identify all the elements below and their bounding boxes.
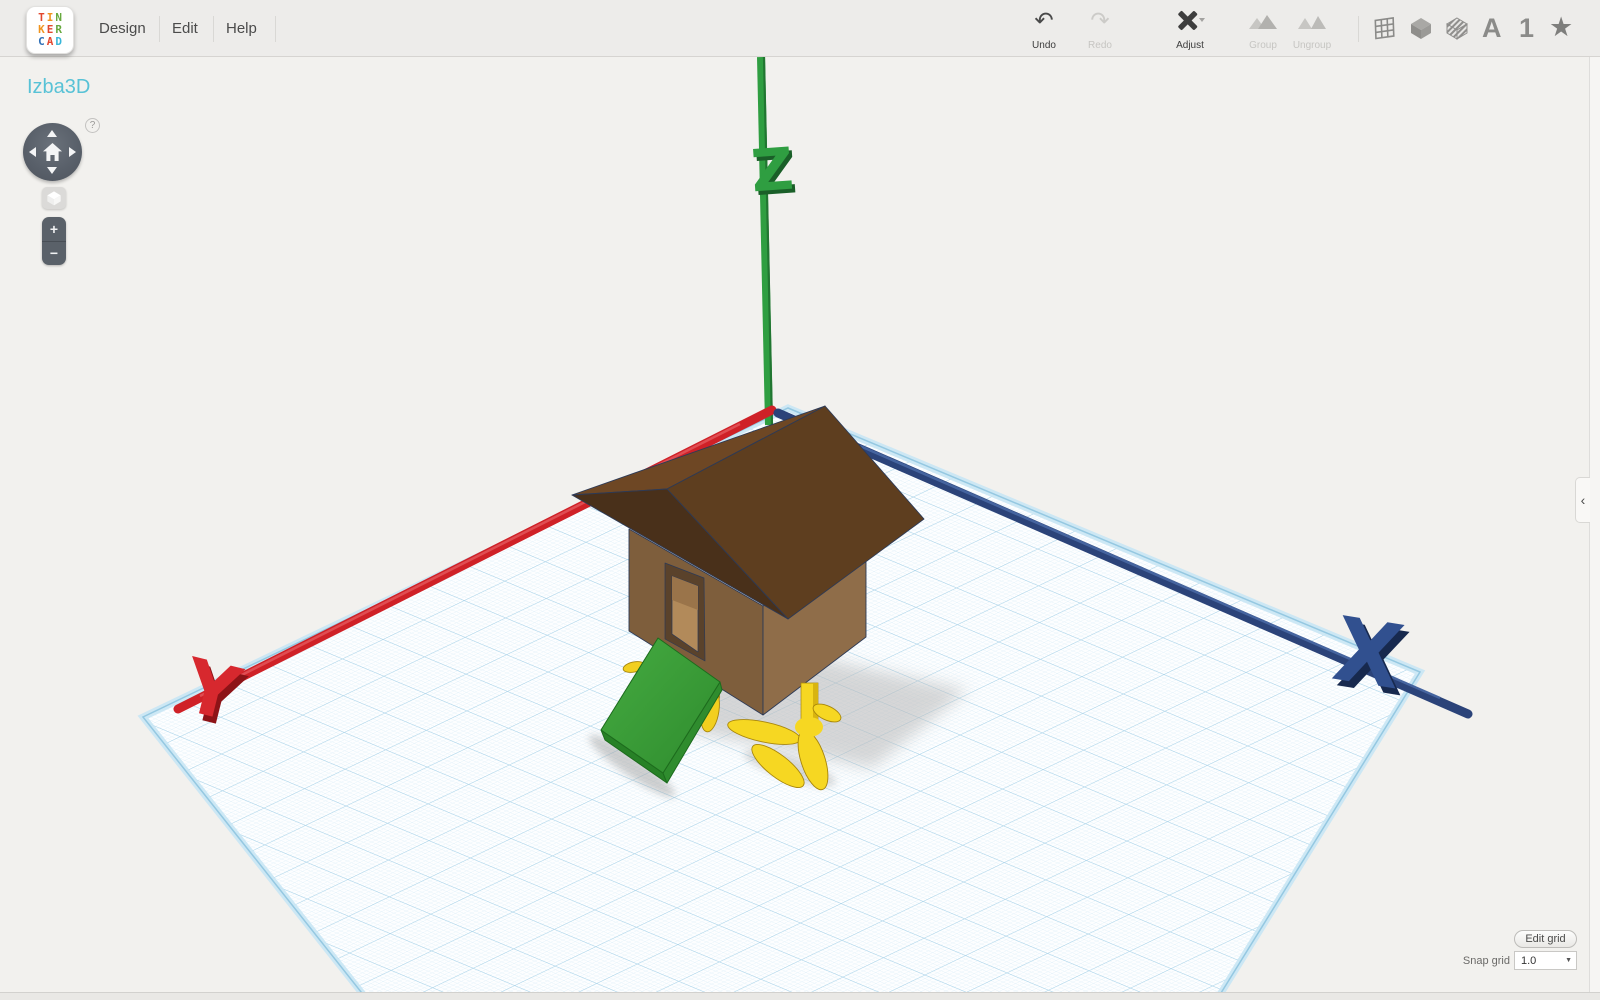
zoom-in-button[interactable]: + — [42, 217, 66, 241]
viewport-3d-canvas[interactable]: Z Z Y Y X X — [0, 0, 1600, 1000]
toolbar-separator — [1358, 16, 1359, 42]
redo-button[interactable]: ↷ Redo — [1076, 8, 1124, 52]
star-icon: ★ — [1549, 12, 1574, 42]
top-toolbar: TIN KER CAD Design Edit Help ↶ Undo ↷ Re… — [0, 0, 1600, 57]
home-view-button[interactable] — [42, 142, 63, 162]
ungroup-button[interactable]: Ungroup — [1284, 9, 1340, 51]
snap-grid-value: 1.0 — [1521, 954, 1537, 967]
solid-shapes-button[interactable] — [1409, 16, 1433, 45]
tinkercad-logo[interactable]: TIN KER CAD — [26, 6, 74, 54]
view-cube-icon — [47, 191, 61, 206]
view-cube-button[interactable] — [42, 187, 66, 209]
workplane-tool-button[interactable] — [1372, 14, 1400, 47]
menu-design[interactable]: Design — [95, 0, 150, 57]
help-button[interactable]: ? — [85, 118, 100, 133]
toolbar-separator — [159, 16, 160, 42]
home-icon — [43, 143, 62, 161]
rotate-up-arrow[interactable] — [47, 130, 57, 137]
group-label: Group — [1249, 40, 1277, 51]
numbers-shapes-button[interactable]: 1 — [1519, 13, 1534, 44]
project-title[interactable]: Izba3D — [27, 76, 90, 99]
toolbar-separator — [275, 16, 276, 42]
view-navigation-wheel[interactable] — [23, 123, 82, 181]
undo-label: Undo — [1032, 40, 1056, 51]
rotate-left-arrow[interactable] — [29, 147, 36, 157]
striped-cube-icon — [1446, 17, 1468, 40]
edit-grid-button[interactable]: Edit grid — [1514, 930, 1577, 948]
workplane-grid-icon — [1374, 16, 1395, 40]
undo-icon: ↶ — [1034, 8, 1054, 34]
adjust-icon — [1178, 11, 1205, 30]
ungroup-icon — [1298, 15, 1326, 29]
z-axis-label: Z — [749, 135, 796, 206]
symbols-shapes-button[interactable]: ★ — [1549, 12, 1573, 43]
group-button[interactable]: Group — [1239, 9, 1287, 51]
shapes-panel-collapsed-strip — [1589, 57, 1600, 993]
chevron-left-icon: ‹ — [1580, 492, 1586, 508]
dropdown-caret-icon: ▼ — [1565, 957, 1572, 964]
letters-shapes-button[interactable]: A — [1482, 13, 1502, 44]
toolbar-separator — [213, 16, 214, 42]
group-icon — [1249, 14, 1277, 29]
solid-cube-icon — [1411, 18, 1431, 39]
rotate-down-arrow[interactable] — [47, 167, 57, 174]
snap-grid-label: Snap grid — [1462, 955, 1510, 967]
hole-shapes-button[interactable] — [1445, 16, 1469, 45]
z-axis: Z Z — [749, 56, 799, 426]
ungroup-label: Ungroup — [1292, 40, 1332, 51]
snap-grid-select[interactable]: 1.0 ▼ — [1514, 951, 1577, 970]
number-1-icon: 1 — [1519, 13, 1535, 43]
redo-label: Redo — [1088, 40, 1112, 51]
zoom-controls: + − — [42, 217, 66, 265]
shapes-panel-toggle[interactable]: ‹ — [1575, 477, 1590, 523]
window-bottom-edge — [0, 992, 1600, 1000]
redo-icon: ↷ — [1090, 8, 1110, 34]
menu-help[interactable]: Help — [222, 0, 261, 57]
undo-button[interactable]: ↶ Undo — [1020, 8, 1068, 52]
adjust-label: Adjust — [1176, 40, 1204, 51]
logo-letter: C — [38, 35, 47, 48]
rotate-right-arrow[interactable] — [69, 147, 76, 157]
menu-edit[interactable]: Edit — [168, 0, 202, 57]
logo-letter: D — [55, 35, 64, 48]
zoom-out-button[interactable]: − — [42, 242, 66, 266]
adjust-button[interactable]: Adjust — [1164, 9, 1216, 51]
letter-a-icon: A — [1482, 13, 1502, 43]
